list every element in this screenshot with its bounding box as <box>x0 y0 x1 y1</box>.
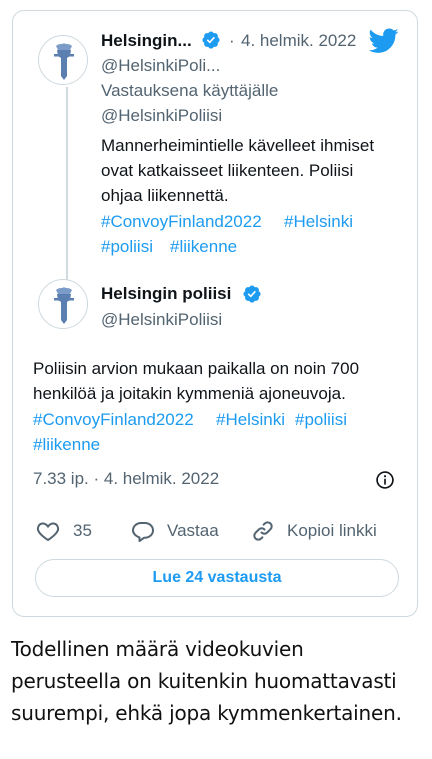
tweet-date[interactable]: 4. helmik. 2022 <box>241 31 356 51</box>
thread-connector-line <box>66 87 68 286</box>
hashtag-link[interactable]: #Helsinki <box>216 408 285 432</box>
copy-link-label: Kopioi linkki <box>287 521 377 540</box>
tweet-text-line: ohjaa liikennettä. <box>101 186 229 205</box>
reply-context-label: Vastauksena käyttäjälle <box>101 81 279 100</box>
hashtag-link[interactable]: #poliisi <box>295 408 347 432</box>
tweet-text-line: henkilöä ja joitakin kymmeniä ajoneuvoja… <box>33 384 346 403</box>
reply-label: Vastaa <box>167 521 219 540</box>
hashtag-link[interactable]: #liikenne <box>33 433 100 457</box>
like-button[interactable]: 35 <box>35 519 92 543</box>
heart-icon <box>36 522 60 542</box>
police-badge-icon <box>54 287 74 324</box>
tweet-embed-card: Helsingin... · 4. helmik. 2022 @Helsinki… <box>12 10 418 617</box>
tweet-text-line: ovat katkaisseet liikenteen. Poliisi <box>101 161 354 180</box>
hashtag-link[interactable]: #poliisi <box>101 235 153 259</box>
like-count: 35 <box>73 521 92 540</box>
copy-link-button[interactable]: Kopioi linkki <box>251 519 377 543</box>
handle[interactable]: @HelsinkiPoli... <box>101 56 220 76</box>
hashtag-link[interactable]: #ConvoyFinland2022 <box>33 408 194 432</box>
read-replies-button[interactable]: Lue 24 vastausta <box>35 559 399 597</box>
link-icon <box>253 521 273 541</box>
caption-line: perusteella on kuitenkin huomattavasti <box>11 669 397 693</box>
tweet-text-line: Mannerheimintielle kävelleet ihmiset <box>101 136 375 155</box>
police-badge-icon <box>54 43 74 80</box>
display-name[interactable]: Helsingin... <box>101 31 192 51</box>
separator-dot: · <box>229 31 235 50</box>
hashtag-link[interactable]: #ConvoyFinland2022 <box>101 210 262 234</box>
tweet-text-line: Poliisin arvion mukaan paikalla on noin … <box>33 359 360 378</box>
reply-bubble-icon <box>132 522 154 542</box>
hashtag-link[interactable]: #Helsinki <box>284 210 353 234</box>
reply-to-handle[interactable]: @HelsinkiPoliisi <box>101 106 222 126</box>
caption-line: suurempi, ehkä jopa kymmenkertainen. <box>11 701 402 725</box>
info-icon[interactable] <box>375 470 395 490</box>
verified-icon <box>202 31 220 49</box>
caption-line: Todellinen määrä videokuvien <box>11 637 304 661</box>
reply-button[interactable]: Vastaa <box>131 519 219 543</box>
avatar[interactable] <box>38 279 88 329</box>
avatar[interactable] <box>38 35 88 85</box>
handle[interactable]: @HelsinkiPoliisi <box>101 310 222 330</box>
tweet-timestamp[interactable]: 7.33 ip. · 4. helmik. 2022 <box>33 469 219 489</box>
verified-icon <box>243 285 261 303</box>
display-name[interactable]: Helsingin poliisi <box>101 284 231 304</box>
twitter-bird-icon[interactable] <box>369 28 399 54</box>
hashtag-link[interactable]: #liikenne <box>170 235 237 259</box>
read-replies-label: Lue 24 vastausta <box>152 569 282 586</box>
